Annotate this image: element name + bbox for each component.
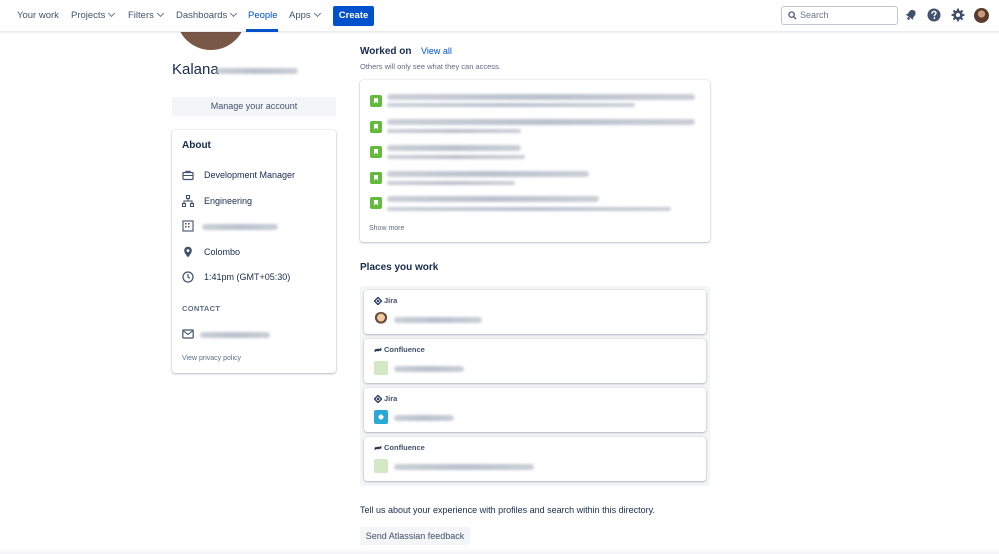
profile-name: Kalana — [172, 61, 219, 78]
redacted-issue-meta — [387, 103, 635, 107]
worked-on-card: Show more — [360, 80, 710, 242]
jira-icon — [374, 297, 382, 305]
space-avatar — [374, 459, 388, 473]
confluence-icon — [374, 347, 382, 353]
nav-people[interactable]: People — [248, 0, 278, 32]
redacted-project-name — [394, 317, 482, 323]
chevron-down-icon — [313, 9, 321, 18]
project-avatar — [374, 312, 388, 326]
job-title: Development Manager — [204, 170, 296, 180]
location-pin-icon — [184, 246, 192, 258]
worked-on-subtitle: Others will only see what they can acces… — [360, 62, 501, 71]
user-avatar[interactable] — [974, 8, 989, 23]
redacted-surname — [216, 68, 298, 74]
story-icon — [370, 146, 382, 158]
redacted-organization — [202, 224, 278, 230]
redacted-issue-meta — [387, 129, 521, 133]
jira-icon — [374, 395, 382, 403]
top-navigation: Your work Projects Filters Dashboards Pe… — [0, 0, 999, 32]
confluence-icon — [374, 445, 382, 451]
clock-icon — [182, 271, 194, 283]
redacted-issue-title — [387, 119, 695, 125]
place-card-confluence[interactable]: Confluence — [364, 437, 706, 481]
search-icon — [788, 11, 797, 20]
redacted-issue-title — [387, 196, 599, 202]
redacted-issue-meta — [387, 181, 515, 185]
product-name: Confluence — [384, 345, 425, 354]
briefcase-icon — [182, 170, 194, 181]
privacy-policy-link[interactable]: View privacy policy — [182, 355, 241, 362]
about-title: About — [182, 140, 211, 151]
building-icon — [182, 220, 194, 232]
help-icon[interactable] — [927, 8, 941, 22]
story-icon — [370, 172, 382, 184]
chevron-down-icon — [156, 9, 164, 18]
notifications-icon[interactable] — [904, 8, 918, 22]
product-name: Confluence — [384, 443, 425, 452]
place-card-confluence[interactable]: Confluence — [364, 339, 706, 383]
view-all-link[interactable]: View all — [421, 46, 452, 56]
local-time: 1:41pm (GMT+05:30) — [204, 272, 291, 282]
send-feedback-button[interactable]: Send Atlassian feedback — [360, 527, 470, 545]
redacted-space-name — [394, 464, 534, 470]
show-more-link[interactable]: Show more — [369, 225, 404, 232]
space-avatar — [374, 361, 388, 375]
page-bottom-edge — [0, 548, 999, 554]
email-icon — [182, 329, 194, 339]
nav-your-work[interactable]: Your work — [17, 0, 59, 32]
nav-apps[interactable]: Apps — [289, 0, 321, 32]
story-icon — [370, 121, 382, 133]
department: Engineering — [204, 196, 253, 206]
feedback-prompt: Tell us about your experience with profi… — [360, 505, 655, 515]
redacted-issue-title — [387, 94, 695, 100]
settings-icon[interactable] — [951, 8, 965, 22]
redacted-issue-meta — [387, 207, 671, 211]
place-card-jira[interactable]: Jira — [364, 290, 706, 334]
chevron-down-icon — [230, 9, 238, 18]
story-icon — [370, 95, 382, 107]
redacted-issue-title — [387, 171, 589, 177]
nav-filters[interactable]: Filters — [128, 0, 164, 32]
redacted-issue-meta — [387, 155, 525, 159]
redacted-email[interactable] — [200, 332, 270, 338]
product-name: Jira — [384, 296, 398, 305]
search-placeholder: Search — [800, 10, 829, 20]
contact-label: CONTACT — [182, 304, 221, 313]
about-card: About Development Manager Engineering Co… — [172, 130, 336, 373]
story-icon — [370, 197, 382, 209]
nav-dashboards[interactable]: Dashboards — [176, 0, 238, 32]
redacted-space-name — [394, 366, 464, 372]
places-list: Jira Confluence Jira Confluence — [360, 286, 710, 486]
chevron-down-icon — [108, 9, 116, 18]
worked-on-title: Worked on — [360, 46, 412, 57]
manage-account-button[interactable]: Manage your account — [172, 97, 336, 116]
place-card-jira[interactable]: Jira — [364, 388, 706, 432]
location: Colombo — [204, 247, 241, 257]
active-tab-indicator — [246, 29, 278, 32]
project-avatar — [374, 410, 388, 424]
nav-projects[interactable]: Projects — [71, 0, 116, 32]
redacted-issue-title — [387, 145, 521, 151]
org-chart-icon — [182, 195, 194, 207]
places-title: Places you work — [360, 262, 439, 273]
product-name: Jira — [384, 394, 398, 403]
create-button[interactable]: Create — [333, 6, 374, 26]
search-input[interactable]: Search — [781, 6, 898, 25]
redacted-project-name — [394, 415, 454, 421]
